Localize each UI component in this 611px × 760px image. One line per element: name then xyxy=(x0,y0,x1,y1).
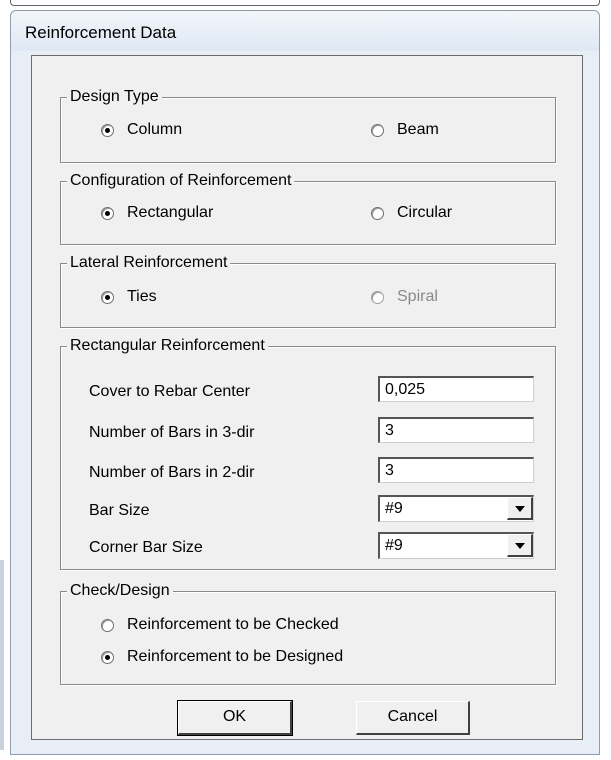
radio-beam-indicator[interactable] xyxy=(371,123,384,137)
radio-rectangular-label: Rectangular xyxy=(127,204,214,221)
bars-3dir-input[interactable]: 3 xyxy=(378,417,534,443)
radio-designed-indicator[interactable] xyxy=(101,650,114,664)
radio-rectangular-indicator[interactable] xyxy=(101,206,114,220)
background-window-edge-left xyxy=(0,560,4,750)
radio-designed-label: Reinforcement to be Designed xyxy=(127,648,344,665)
radio-column-label: Column xyxy=(127,121,183,138)
corner-bar-size-select[interactable]: #9 xyxy=(378,532,534,559)
window-title: Reinforcement Data xyxy=(25,23,177,42)
rectangular-legend: Rectangular Reinforcement xyxy=(67,336,268,356)
bar-size-value: #9 xyxy=(385,500,403,517)
radio-ties-label: Ties xyxy=(127,288,157,305)
radio-checked-label: Reinforcement to be Checked xyxy=(127,616,339,633)
check-design-group: Check/Design Reinforcement to be Checked… xyxy=(60,581,556,685)
configuration-group: Configuration of Reinforcement Rectangul… xyxy=(60,171,556,245)
radio-checked-indicator[interactable] xyxy=(101,618,114,632)
bar-size-dropdown-icon[interactable] xyxy=(507,497,533,520)
reinforcement-data-dialog: Reinforcement Data Design Type Column Be… xyxy=(10,10,600,755)
corner-bar-size-dropdown-icon[interactable] xyxy=(507,534,533,557)
cover-input[interactable]: 0,025 xyxy=(378,376,534,402)
bar-size-label: Bar Size xyxy=(89,502,150,519)
radio-column[interactable]: Column xyxy=(101,121,182,139)
radio-spiral: Spiral xyxy=(371,288,438,306)
radio-spiral-label: Spiral xyxy=(397,288,438,305)
radio-circular-label: Circular xyxy=(397,204,453,221)
corner-bar-size-value: #9 xyxy=(385,537,403,554)
radio-rectangular[interactable]: Rectangular xyxy=(101,204,213,222)
configuration-legend: Configuration of Reinforcement xyxy=(67,171,295,191)
bar-size-select[interactable]: #9 xyxy=(378,495,534,522)
radio-spiral-indicator xyxy=(371,290,384,304)
design-type-legend: Design Type xyxy=(67,87,162,107)
rectangular-reinforcement-group: Rectangular Reinforcement Cover to Rebar… xyxy=(60,336,556,570)
title-bar[interactable]: Reinforcement Data xyxy=(11,11,599,51)
bars-2dir-label: Number of Bars in 2-dir xyxy=(89,464,255,481)
radio-ties[interactable]: Ties xyxy=(101,288,157,306)
radio-reinforcement-designed[interactable]: Reinforcement to be Designed xyxy=(101,648,343,666)
radio-ties-indicator[interactable] xyxy=(101,290,114,304)
radio-circular-indicator[interactable] xyxy=(371,206,384,220)
radio-reinforcement-checked[interactable]: Reinforcement to be Checked xyxy=(101,616,339,634)
radio-circular[interactable]: Circular xyxy=(371,204,452,222)
ok-button[interactable]: OK xyxy=(177,700,293,736)
cancel-button[interactable]: Cancel xyxy=(356,701,470,735)
lateral-legend: Lateral Reinforcement xyxy=(67,253,231,273)
lateral-reinforcement-group: Lateral Reinforcement Ties Spiral xyxy=(60,253,556,328)
design-type-group: Design Type Column Beam xyxy=(60,87,556,163)
check-design-legend: Check/Design xyxy=(67,581,173,601)
cover-label: Cover to Rebar Center xyxy=(89,383,250,400)
radio-beam-label: Beam xyxy=(397,121,439,138)
dialog-body: Design Type Column Beam Configuration of… xyxy=(31,55,583,740)
radio-column-indicator[interactable] xyxy=(101,123,114,137)
bars-2dir-input[interactable]: 3 xyxy=(378,457,534,483)
bars-3dir-label: Number of Bars in 3-dir xyxy=(89,424,255,441)
radio-beam[interactable]: Beam xyxy=(371,121,439,139)
background-window-edge xyxy=(10,0,600,6)
corner-bar-size-label: Corner Bar Size xyxy=(89,539,203,556)
